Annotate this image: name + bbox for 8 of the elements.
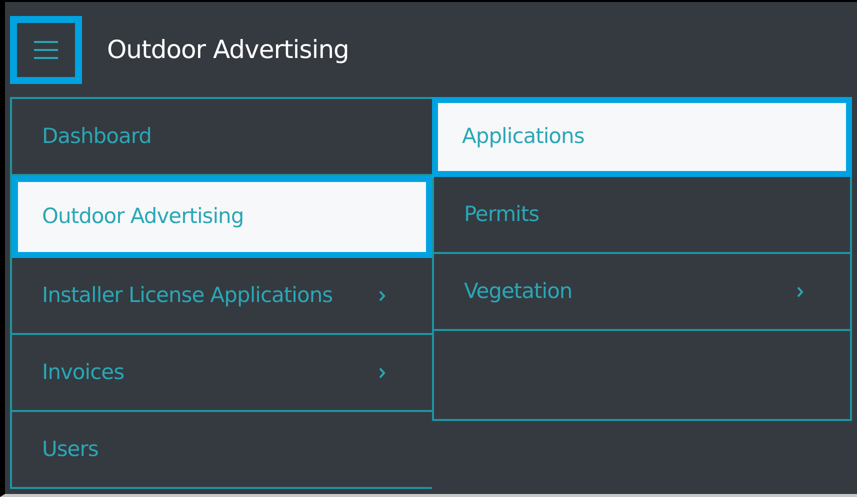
menu-button[interactable] [10, 16, 82, 84]
menu-icon [33, 40, 59, 60]
menu-item[interactable]: Applications [432, 97, 852, 177]
menu-item[interactable]: Outdoor Advertising [12, 176, 432, 258]
app-title: Outdoor Advertising [107, 34, 349, 66]
chevron-right-icon [796, 286, 804, 298]
chevron-right-icon [378, 366, 386, 378]
chevron-right-icon [378, 290, 386, 302]
